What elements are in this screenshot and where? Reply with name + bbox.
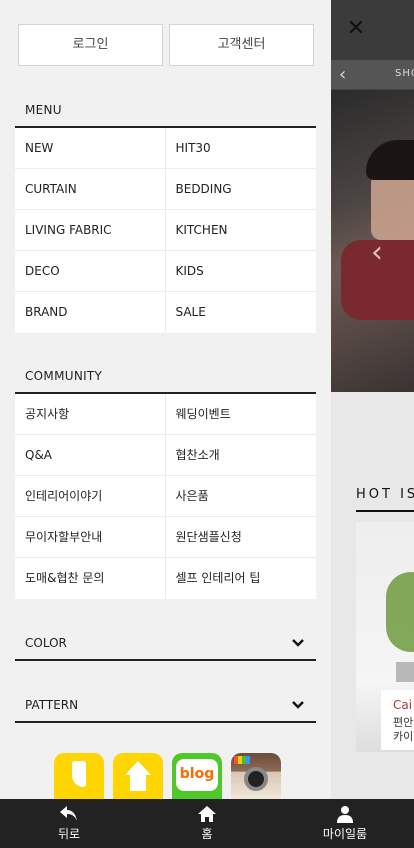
community-item-self-interior-tip[interactable]: 셀프 인테리어 팁 [166, 558, 317, 599]
community-row: 무이자할부안내 원단샘플신청 [15, 517, 316, 558]
back-arrow-icon [0, 799, 138, 823]
menu-row: LIVING FABRIC KITCHEN [15, 210, 316, 251]
hero-prev-arrow-icon[interactable]: ‹ [371, 235, 383, 270]
community-item-interior-story[interactable]: 인테리어이야기 [15, 476, 166, 516]
community-item-wholesale-inquiry[interactable]: 도매&협찬 문의 [15, 558, 166, 599]
blog-label: blog [176, 759, 218, 791]
instagram-stripe [234, 756, 250, 764]
pattern-accordion-label: PATTERN [25, 698, 79, 712]
product-subtitle: 편안 카이 [393, 716, 414, 743]
menu-row: BRAND SALE [15, 292, 316, 333]
color-accordion-label: COLOR [25, 636, 67, 650]
home-label: 홈 [201, 827, 213, 841]
menu-grid: NEW HIT30 CURTAIN BEDDING LIVING FABRIC … [15, 128, 316, 333]
community-row: 공지사항 웨딩이벤트 [15, 394, 316, 435]
community-item-sponsor-intro[interactable]: 협찬소개 [166, 435, 317, 475]
community-section-title: COMMUNITY [15, 358, 316, 394]
subnav-text: SHO [395, 68, 414, 79]
chevron-down-icon [292, 625, 306, 661]
house-roof [125, 761, 151, 775]
menu-item-kids[interactable]: KIDS [166, 251, 317, 291]
menu-item-sale[interactable]: SALE [166, 292, 317, 333]
background-content: HOT IS Cai 편안 카이 [331, 392, 414, 848]
hot-issue-underline [356, 510, 414, 512]
customer-center-button[interactable]: 고객센터 [169, 24, 314, 66]
menu-row: NEW HIT30 [15, 128, 316, 169]
back-button[interactable]: 뒤로 [0, 799, 138, 848]
mypage-button[interactable]: 마이일룸 [276, 799, 414, 848]
kakaostory-icon[interactable] [54, 753, 104, 799]
blog-icon[interactable]: blog [172, 753, 222, 799]
mypage-label: 마이일룸 [322, 827, 368, 841]
community-grid: 공지사항 웨딩이벤트 Q&A 협찬소개 인테리어이야기 사은품 무이자할부안내 … [15, 394, 316, 599]
side-drawer: 로그인 고객센터 MENU NEW HIT30 CURTAIN BEDDING … [0, 0, 331, 800]
product-card[interactable]: Cai 편안 카이 [381, 690, 414, 750]
menu-item-new[interactable]: NEW [15, 128, 166, 168]
community-row: Q&A 협찬소개 [15, 435, 316, 476]
ohouse-icon[interactable] [113, 753, 163, 799]
community-row: 인테리어이야기 사은품 [15, 476, 316, 517]
community-item-gift[interactable]: 사은품 [166, 476, 317, 516]
community-item-installment-info[interactable]: 무이자할부안내 [15, 517, 166, 557]
menu-item-living-fabric[interactable]: LIVING FABRIC [15, 210, 166, 250]
product-title: Cai [393, 698, 413, 712]
social-links: blog [54, 753, 281, 799]
page: ✕ ‹ SHO ‹ HOT IS Cai 편안 카이 로그인 고객센터 [0, 0, 414, 848]
background-subnav: ‹ SHO [331, 60, 414, 90]
community-item-qna[interactable]: Q&A [15, 435, 166, 475]
color-accordion[interactable]: COLOR [15, 625, 316, 661]
bottom-nav: 뒤로 홈 마이일룸 [0, 799, 414, 848]
menu-item-bedding[interactable]: BEDDING [166, 169, 317, 209]
house-body [130, 775, 146, 791]
menu-item-kitchen[interactable]: KITCHEN [166, 210, 317, 250]
pot-image [396, 662, 414, 682]
home-button[interactable]: 홈 [138, 799, 276, 848]
community-item-fabric-sample[interactable]: 원단샘플신청 [166, 517, 317, 557]
menu-row: CURTAIN BEDDING [15, 169, 316, 210]
kakaostory-mark [72, 761, 86, 787]
menu-item-curtain[interactable]: CURTAIN [15, 169, 166, 209]
community-item-notice[interactable]: 공지사항 [15, 394, 166, 434]
home-icon [138, 799, 276, 823]
prev-arrow-icon[interactable]: ‹ [339, 64, 346, 85]
hero-figure-hair [366, 140, 414, 180]
back-label: 뒤로 [57, 827, 81, 841]
hero-banner[interactable]: ‹ [331, 90, 414, 392]
hot-issue-title: HOT IS [356, 487, 414, 502]
menu-row: DECO KIDS [15, 251, 316, 292]
login-button[interactable]: 로그인 [18, 24, 163, 66]
instagram-lens [244, 767, 268, 791]
instagram-icon[interactable] [231, 753, 281, 799]
plant-image [386, 572, 414, 652]
close-drawer-button[interactable]: ✕ [341, 14, 371, 44]
user-icon [276, 799, 414, 823]
menu-section-title: MENU [15, 92, 316, 128]
pattern-accordion[interactable]: PATTERN [15, 687, 316, 723]
menu-item-hit30[interactable]: HIT30 [166, 128, 317, 168]
background-page: ✕ ‹ SHO ‹ HOT IS Cai 편안 카이 [331, 0, 414, 848]
community-item-wedding-event[interactable]: 웨딩이벤트 [166, 394, 317, 434]
community-row: 도매&협찬 문의 셀프 인테리어 팁 [15, 558, 316, 599]
chevron-down-icon [292, 687, 306, 723]
menu-item-deco[interactable]: DECO [15, 251, 166, 291]
menu-item-brand[interactable]: BRAND [15, 292, 166, 333]
